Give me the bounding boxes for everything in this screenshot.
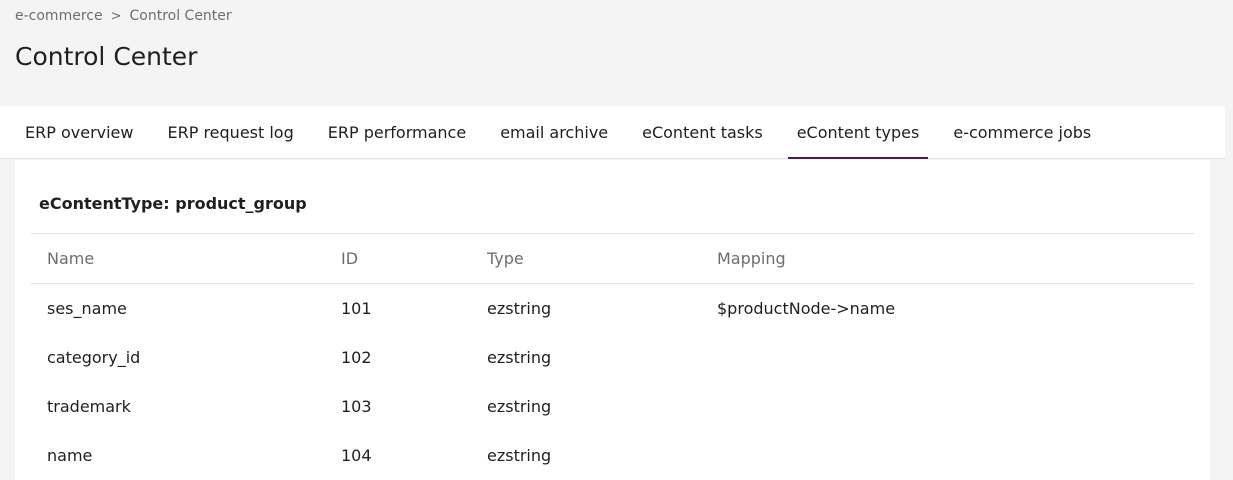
cell-id: 102 <box>341 348 372 367</box>
cell-name: ses_name <box>47 299 127 318</box>
table-row: trademark 103 ezstring <box>31 382 1194 431</box>
column-header-type: Type <box>487 249 524 268</box>
cell-type: ezstring <box>487 299 552 318</box>
tab-erp-performance[interactable]: ERP performance <box>311 106 483 158</box>
table-row: category_id 102 ezstring <box>31 333 1194 382</box>
cell-id: 104 <box>341 446 372 465</box>
tab-erp-request-log[interactable]: ERP request log <box>150 106 310 158</box>
table-row: ses_name 101 ezstring $productNode->name <box>31 284 1194 333</box>
column-header-id: ID <box>341 249 359 268</box>
cell-type: ezstring <box>487 397 552 416</box>
fields-table: Name ID Type Mapping ses_name 101 ezstri… <box>31 233 1194 480</box>
breadcrumb-link-e-commerce[interactable]: e-commerce <box>15 8 103 24</box>
page-title: Control Center <box>15 42 198 71</box>
cell-type: ezstring <box>487 348 552 367</box>
panel-title: eContentType: product_group <box>39 194 307 213</box>
column-header-name: Name <box>47 249 95 268</box>
cell-name: name <box>47 446 93 465</box>
cell-name: category_id <box>47 348 141 367</box>
cell-id: 103 <box>341 397 372 416</box>
table-header-row: Name ID Type Mapping <box>31 234 1194 284</box>
tab-econtent-types[interactable]: eContent types <box>780 106 937 159</box>
tab-e-commerce-jobs[interactable]: e-commerce jobs <box>936 106 1108 158</box>
econtent-type-panel: eContentType: product_group Name ID Type… <box>15 160 1210 480</box>
breadcrumb: e-commerce > Control Center <box>15 8 232 24</box>
cell-name: trademark <box>47 397 131 416</box>
cell-id: 101 <box>341 299 372 318</box>
breadcrumb-separator: > <box>110 8 122 24</box>
cell-type: ezstring <box>487 446 552 465</box>
tab-econtent-tasks[interactable]: eContent tasks <box>625 106 780 158</box>
tab-email-archive[interactable]: email archive <box>483 106 625 158</box>
cell-mapping: $productNode->name <box>717 299 896 318</box>
table-row: name 104 ezstring <box>31 431 1194 480</box>
tab-bar: ERP overview ERP request log ERP perform… <box>0 106 1225 159</box>
tab-erp-overview[interactable]: ERP overview <box>8 106 150 158</box>
column-header-mapping: Mapping <box>717 249 786 268</box>
breadcrumb-current: Control Center <box>129 8 232 24</box>
